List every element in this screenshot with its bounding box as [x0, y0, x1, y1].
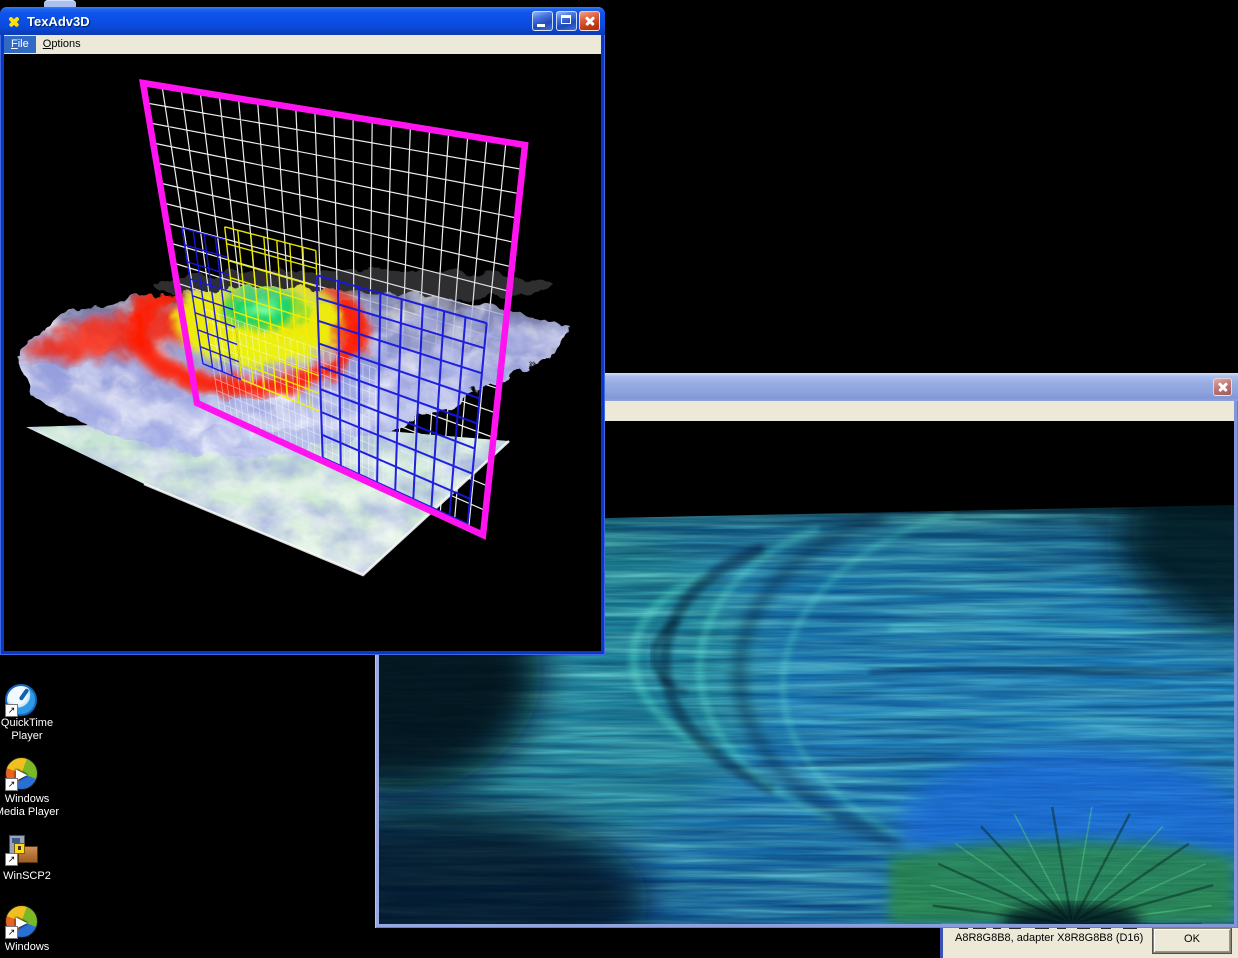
device-format-text: A8R8G8B8, adapter X8R8G8B8 (D16) — [955, 932, 1143, 944]
window-title: TexAdv3D — [27, 14, 90, 29]
texadv3d-menubar: File Options — [4, 35, 601, 54]
maximize-button[interactable] — [556, 11, 577, 31]
shortcut-arrow-icon: ↗ — [5, 926, 18, 939]
texadv3d-window: TexAdv3D File Options — [0, 7, 605, 655]
amr-volume-visualization — [4, 54, 601, 651]
icon-label: Windows — [0, 941, 82, 954]
desktop-icon-windows-media-player[interactable]: ▶ ↗ Windows Media Player — [5, 757, 39, 790]
desktop-icon-quicktime[interactable]: ↗ QuickTime Player — [5, 684, 39, 716]
icon-label: QuickTime — [0, 717, 82, 730]
texadv3d-titlebar[interactable]: TexAdv3D — [0, 7, 605, 35]
icon-label: WinSCP2 — [0, 870, 82, 883]
app-icon — [6, 13, 22, 29]
icon-label: Media Player — [0, 806, 82, 819]
close-button[interactable] — [1213, 378, 1232, 396]
icon-label: Player — [0, 730, 82, 743]
shortcut-arrow-icon: ↗ — [5, 778, 18, 791]
desktop-icon-winscp2[interactable]: ↗ WinSCP2 — [5, 834, 39, 865]
menu-options[interactable]: Options — [36, 36, 88, 53]
texadv3d-render-viewport[interactable] — [4, 54, 601, 651]
icon-label: Windows — [0, 793, 82, 806]
shortcut-arrow-icon: ↗ — [5, 853, 18, 866]
close-button[interactable] — [579, 11, 600, 31]
menu-file[interactable]: File — [4, 36, 36, 53]
ok-button[interactable]: OK — [1153, 928, 1231, 953]
shortcut-arrow-icon: ↗ — [5, 704, 18, 717]
minimize-button[interactable] — [532, 11, 553, 31]
desktop-icon-windows-media-player-2[interactable]: ▶ ↗ Windows — [5, 905, 39, 938]
desktop: ↗ QuickTime Player ▶ ↗ Windows Media Pla… — [0, 0, 1238, 958]
